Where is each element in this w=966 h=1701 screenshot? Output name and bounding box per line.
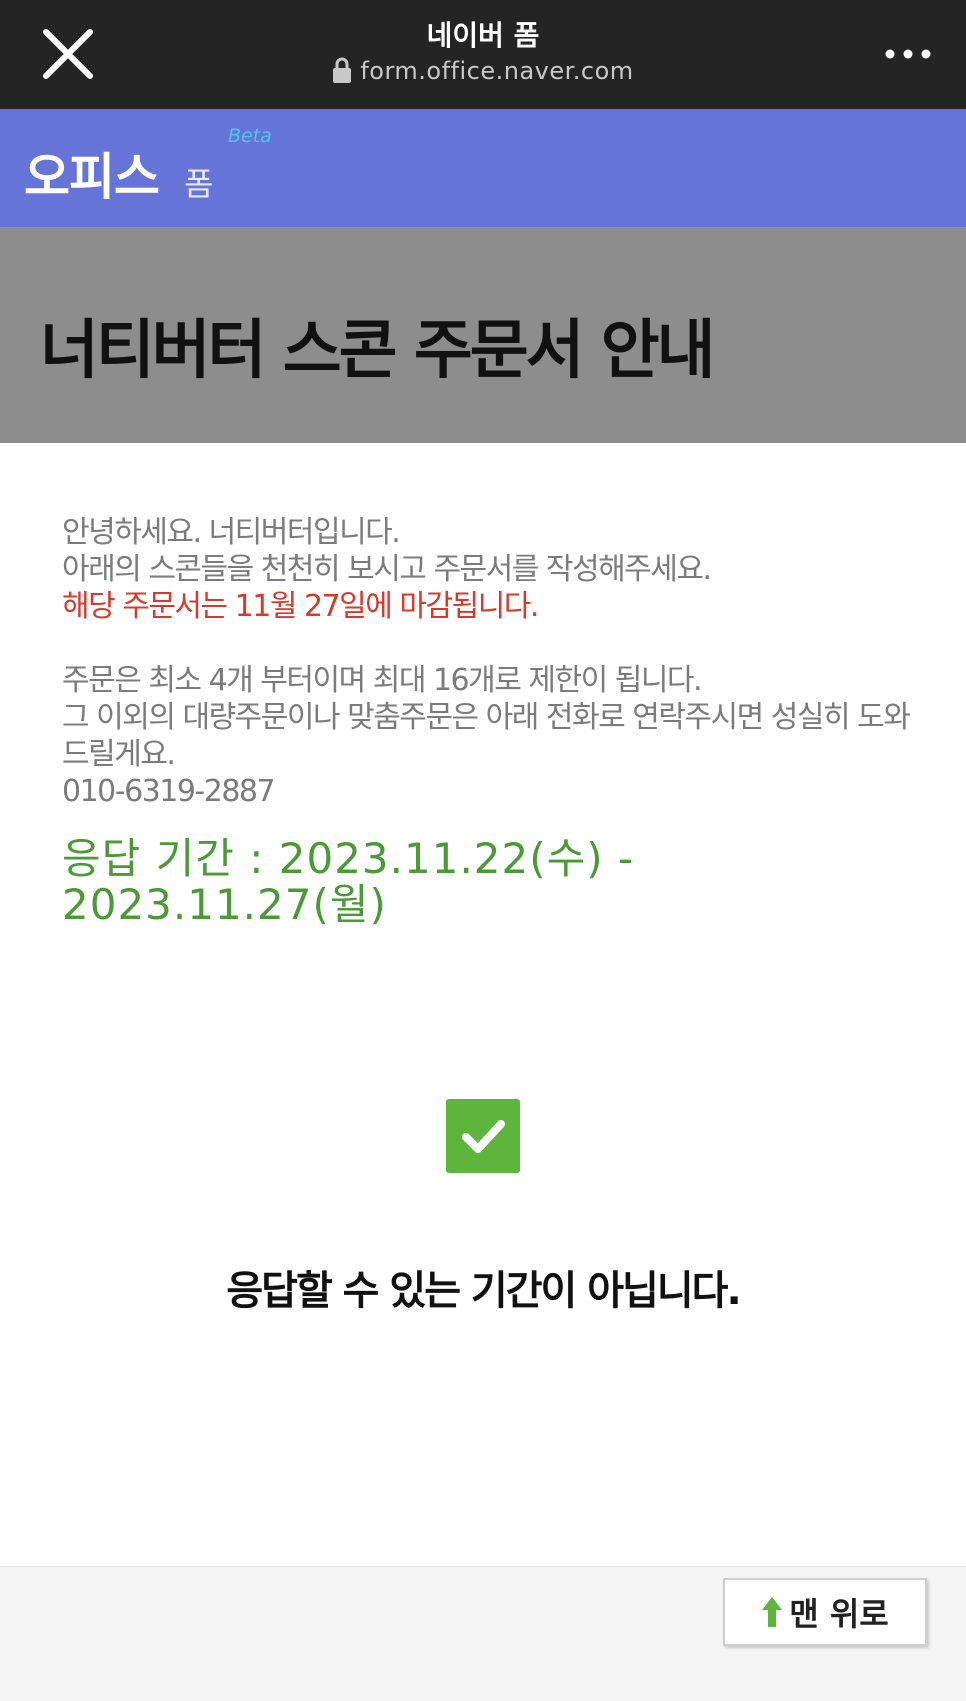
url-text: form.office.naver.com <box>360 57 634 85</box>
beta-badge: Beta <box>228 125 272 147</box>
brand-header: 오피스 폼 Beta <box>0 109 966 227</box>
scroll-to-top-label: 맨 위로 <box>789 1595 889 1633</box>
intro-line-2: 아래의 스콘들을 천천히 보시고 주문서를 작성해주세요. <box>62 552 712 587</box>
form-product-label: 폼 <box>184 165 214 203</box>
closed-period-message: 응답할 수 있는 기간이 아닙니다. <box>226 1268 741 1314</box>
lock-icon <box>332 57 352 83</box>
page-title: 너티버터 스콘 주문서 안내 <box>40 314 716 388</box>
status-check-badge <box>446 1099 520 1173</box>
url-display[interactable]: form.office.naver.com <box>0 57 966 85</box>
office-logo[interactable]: 오피스 <box>24 137 160 209</box>
intro-line-1: 안녕하세요. 너티버터입니다. <box>62 515 401 550</box>
form-description: 안녕하세요. 너티버터입니다. 아래의 스콘들을 천천히 보시고 주문서를 작성… <box>62 514 912 810</box>
form-title-banner: 너티버터 스콘 주문서 안내 <box>0 227 966 443</box>
bulk-order-text: 그 이외의 대량주문이나 맞춤주문은 아래 전화로 연락주시면 성실히 도와드릴… <box>62 700 911 772</box>
more-options-button[interactable] <box>880 36 936 72</box>
site-title: 네이버 폼 <box>426 19 540 52</box>
page-footer: 맨 위로 <box>0 1566 966 1701</box>
more-dots-icon <box>880 36 936 72</box>
scroll-to-top-button[interactable]: 맨 위로 <box>723 1578 927 1646</box>
browser-top-bar: 네이버 폼 form.office.naver.com <box>0 0 966 109</box>
deadline-notice: 해당 주문서는 11월 27일에 마감됩니다. <box>62 589 539 624</box>
response-period: 응답 기간 : 2023.11.22(수) - 2023.11.27(월) <box>62 834 635 929</box>
order-limit-text: 주문은 최소 4개 부터이며 최대 16개로 제한이 됩니다. <box>62 663 703 698</box>
arrow-up-icon <box>761 1595 783 1629</box>
check-icon <box>446 1099 520 1173</box>
phone-number: 010-6319-2887 <box>62 774 276 809</box>
